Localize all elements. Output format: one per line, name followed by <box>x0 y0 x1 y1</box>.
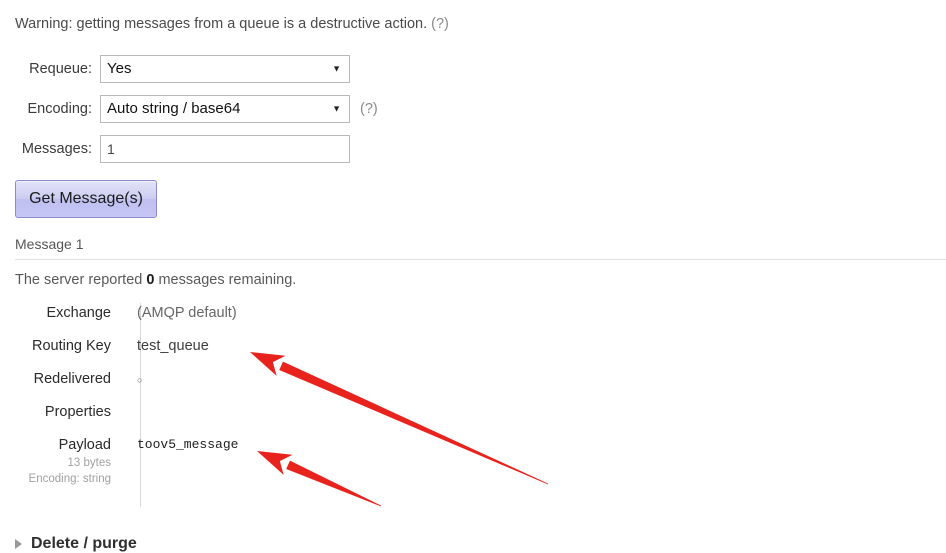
warning-text: Warning: getting messages from a queue i… <box>15 16 428 32</box>
delete-purge-label: Delete / purge <box>31 535 137 552</box>
detail-label-text: Routing Key <box>32 338 111 354</box>
detail-label-text: Payload <box>58 437 111 453</box>
section-divider <box>15 259 946 260</box>
payload-size-text: 13 bytes <box>67 457 111 469</box>
messages-row: Messages: <box>0 132 378 166</box>
detail-label: Redelivered <box>0 369 125 389</box>
server-report-suffix: messages remaining. <box>154 272 297 288</box>
encoding-row: Encoding: Auto string / base64 ▼ (?) <box>0 92 378 126</box>
detail-row: Exchange (AMQP default) <box>0 303 600 336</box>
encoding-select[interactable]: Auto string / base64 <box>100 95 350 123</box>
requeue-select[interactable]: Yes <box>100 55 350 83</box>
message-heading: Message 1 <box>15 236 84 252</box>
server-report-prefix: The server reported <box>15 272 147 288</box>
destructive-action-warning: Warning: getting messages from a queue i… <box>15 16 449 32</box>
detail-label: Payload 13 bytes Encoding: string <box>0 435 125 487</box>
triangle-right-icon <box>15 539 22 549</box>
detail-label-text: Properties <box>44 404 111 420</box>
warning-help-icon[interactable]: (?) <box>431 16 449 32</box>
detail-value: ○ <box>137 375 143 385</box>
server-report-line: The server reported 0 messages remaining… <box>15 272 296 288</box>
payload-encoding-text: Encoding: string <box>28 473 111 485</box>
detail-row: Routing Key test_queue <box>0 336 600 369</box>
messages-count-input[interactable] <box>100 135 350 163</box>
encoding-select-wrap[interactable]: Auto string / base64 ▼ <box>100 95 350 123</box>
detail-row: Properties <box>0 402 600 435</box>
messages-label: Messages: <box>21 141 92 157</box>
detail-value: toov5_message <box>137 437 239 452</box>
message-details-table: Exchange (AMQP default) Routing Key test_qu… <box>0 303 600 487</box>
detail-label: Exchange <box>0 303 125 323</box>
get-messages-form: Requeue: Yes ▼ Encoding: Auto string / b… <box>0 52 378 172</box>
detail-row: Payload 13 bytes Encoding: string toov5_mes… <box>0 435 600 487</box>
detail-row: Redelivered ○ <box>0 369 600 402</box>
detail-value: (AMQP default) <box>137 305 237 321</box>
detail-value: test_queue <box>137 338 209 354</box>
requeue-label: Requeue: <box>29 61 92 77</box>
detail-label: Routing Key <box>0 336 125 356</box>
requeue-select-wrap[interactable]: Yes ▼ <box>100 55 350 83</box>
encoding-label: Encoding: <box>27 101 93 117</box>
get-messages-button[interactable]: Get Message(s) <box>15 180 157 218</box>
detail-label-text: Redelivered <box>33 371 111 387</box>
delete-purge-section[interactable]: Delete / purge <box>15 535 137 553</box>
requeue-row: Requeue: Yes ▼ <box>0 52 378 86</box>
detail-label: Properties <box>0 402 125 422</box>
detail-label-text: Exchange <box>46 305 112 321</box>
encoding-help-icon[interactable]: (?) <box>360 101 378 117</box>
